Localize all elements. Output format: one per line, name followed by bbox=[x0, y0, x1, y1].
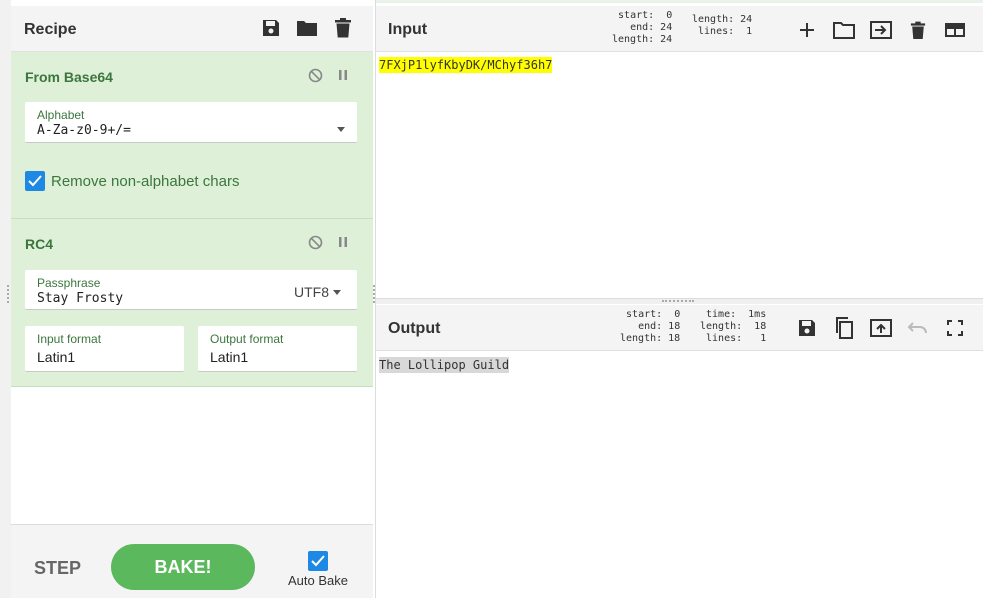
input-format-field[interactable]: Input format Latin1 bbox=[25, 326, 184, 372]
encoding-value: UTF8 bbox=[294, 284, 329, 300]
output-toolbar bbox=[793, 316, 968, 340]
encoding-select[interactable]: UTF8 bbox=[294, 284, 341, 300]
op-controls bbox=[307, 67, 351, 83]
op-rc4: RC4 Passphrase Stay Frosty UTF8 Input fo… bbox=[11, 219, 373, 387]
op-from-base64: From Base64 Alphabet A-Za-z0-9+/= Remove… bbox=[11, 52, 373, 219]
trash-icon[interactable] bbox=[904, 18, 931, 42]
bake-button[interactable]: BAKE! bbox=[111, 544, 255, 590]
caret-down-icon bbox=[337, 119, 345, 137]
passphrase-label: Passphrase bbox=[37, 276, 101, 290]
recipe-header: Recipe bbox=[11, 6, 373, 52]
checkbox-checked-icon[interactable] bbox=[25, 171, 45, 191]
pause-icon[interactable] bbox=[335, 234, 351, 250]
disable-icon[interactable] bbox=[307, 234, 323, 250]
load-file-icon[interactable] bbox=[867, 18, 894, 42]
alphabet-label: Alphabet bbox=[37, 108, 85, 122]
replace-input-icon[interactable] bbox=[867, 316, 894, 340]
output-format-value: Latin1 bbox=[210, 349, 249, 365]
undo-icon[interactable] bbox=[904, 316, 931, 340]
output-header: Output start: 0 end: 18 length: 18 time:… bbox=[376, 305, 983, 351]
recipe-controls: STEP BAKE! Auto Bake bbox=[11, 524, 373, 598]
op-title-from-base64: From Base64 bbox=[25, 69, 113, 85]
layout-icon[interactable] bbox=[941, 18, 968, 42]
output-selection-stats: start: 0 end: 18 length: 18 bbox=[620, 309, 681, 344]
output-text: The Lollipop Guild bbox=[379, 357, 510, 373]
input-selection-stats: start: 0 end: 24 length: 24 bbox=[612, 10, 673, 45]
output-format-field[interactable]: Output format Latin1 bbox=[198, 326, 357, 372]
output-format-label: Output format bbox=[210, 332, 284, 346]
pause-icon[interactable] bbox=[335, 67, 351, 83]
alphabet-select[interactable]: Alphabet A-Za-z0-9+/= bbox=[25, 102, 357, 143]
caret-down-icon bbox=[333, 289, 341, 295]
add-icon[interactable] bbox=[793, 18, 820, 42]
passphrase-value: Stay Frosty bbox=[37, 291, 124, 306]
top-accent bbox=[376, 0, 983, 3]
step-button[interactable]: STEP bbox=[34, 558, 81, 579]
op-controls bbox=[307, 234, 351, 250]
auto-bake-checkbox[interactable]: Auto Bake bbox=[285, 551, 351, 588]
output-textarea[interactable]: The Lollipop Guild bbox=[376, 352, 983, 598]
input-textarea[interactable]: 7FXjP1lyfKbyDK/MChyf36h7 bbox=[376, 52, 983, 300]
input-format-label: Input format bbox=[37, 332, 102, 346]
op-title-rc4: RC4 bbox=[25, 236, 54, 252]
input-text: 7FXjP1lyfKbyDK/MChyf36h7 bbox=[379, 57, 553, 73]
recipe-toolbar bbox=[257, 16, 357, 40]
remove-non-alphabet-checkbox[interactable]: Remove non-alphabet chars bbox=[25, 171, 239, 191]
remove-non-alphabet-label: Remove non-alphabet chars bbox=[51, 172, 240, 190]
input-title: Input bbox=[388, 21, 428, 38]
input-format-value: Latin1 bbox=[37, 349, 76, 365]
output-time-stats: time: 1ms length: 18 lines: 1 bbox=[700, 309, 767, 344]
checkbox-checked-icon[interactable] bbox=[308, 551, 328, 571]
open-folder-icon[interactable] bbox=[830, 18, 857, 42]
recipe-title: Recipe bbox=[24, 21, 77, 38]
disable-icon[interactable] bbox=[307, 67, 323, 83]
auto-bake-label: Auto Bake bbox=[288, 573, 348, 588]
maximise-icon[interactable] bbox=[941, 316, 968, 340]
input-header: Input start: 0 end: 24 length: 24 length… bbox=[376, 6, 983, 52]
panel-divider[interactable] bbox=[376, 298, 983, 304]
input-toolbar bbox=[793, 18, 968, 42]
save-icon[interactable] bbox=[793, 316, 820, 340]
folder-icon[interactable] bbox=[293, 16, 321, 40]
alphabet-value: A-Za-z0-9+/= bbox=[37, 123, 131, 138]
input-length-stats: length: 24 lines: 1 bbox=[692, 14, 753, 37]
recipe-panel: Recipe From Base64 Alphabet A-Za-z0-9+/=… bbox=[0, 0, 376, 598]
passphrase-field[interactable]: Passphrase Stay Frosty UTF8 bbox=[25, 270, 357, 310]
output-title: Output bbox=[388, 320, 441, 337]
resize-handle[interactable] bbox=[7, 285, 10, 303]
save-icon[interactable] bbox=[257, 16, 285, 40]
trash-icon[interactable] bbox=[329, 16, 357, 40]
copy-icon[interactable] bbox=[830, 316, 857, 340]
